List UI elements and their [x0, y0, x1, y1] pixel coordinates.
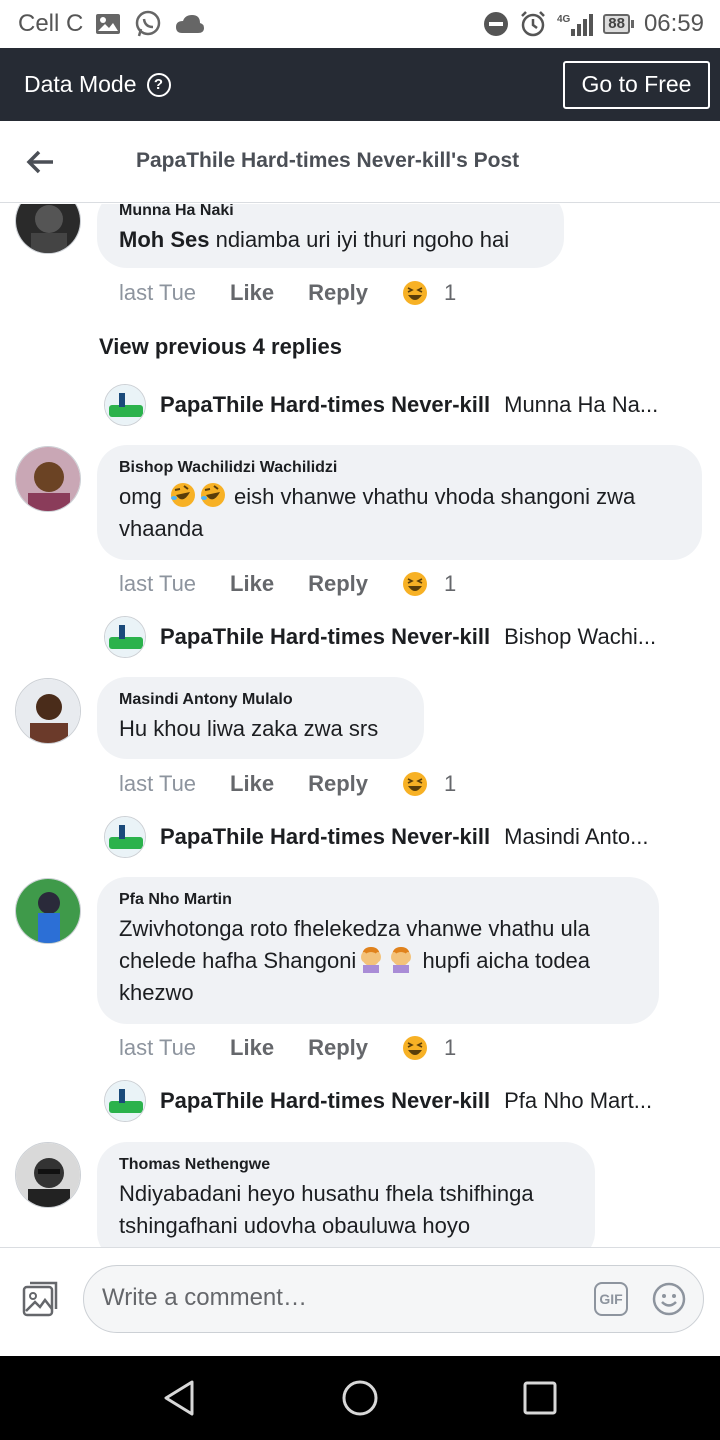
- comment-author[interactable]: Pfa Nho Martin: [119, 891, 637, 909]
- reply-author: PapaThile Hard-times Never-kill: [160, 1088, 491, 1113]
- comment-actions: last Tue Like Reply 1: [119, 571, 456, 597]
- system-nav-bar: [0, 1356, 720, 1440]
- reply-button[interactable]: Reply: [308, 1035, 368, 1061]
- comment-time[interactable]: last Tue: [119, 771, 196, 797]
- comment-text: omg eish vhanwe vhathu vhoda shangoni zw…: [119, 481, 680, 545]
- avatar[interactable]: [15, 204, 81, 254]
- comment-composer: Write a comment… GIF: [0, 1247, 720, 1356]
- comment-time[interactable]: last Tue: [119, 571, 196, 597]
- photo-icon[interactable]: [22, 1281, 58, 1317]
- nav-back-icon[interactable]: [160, 1378, 200, 1418]
- dnd-icon: [483, 11, 509, 37]
- comment-feed[interactable]: Munna Ha Naki Moh Ses ndiamba uri iyi th…: [0, 204, 720, 1247]
- reply-preview[interactable]: PapaThile Hard-times Never-kill Munna Ha…: [104, 384, 694, 426]
- battery-icon: 88: [603, 14, 634, 34]
- whatsapp-icon: [133, 9, 163, 39]
- reply-author: PapaThile Hard-times Never-kill: [160, 392, 491, 417]
- status-bar: Cell C 4G 88 06:59: [0, 0, 720, 48]
- view-previous-replies-link[interactable]: View previous 4 replies: [99, 334, 342, 360]
- rofl-emoji-icon: [169, 481, 197, 509]
- haha-reaction-icon[interactable]: [402, 1035, 428, 1061]
- data-mode-bar: Data Mode ? Go to Free: [0, 48, 720, 121]
- comment-actions: last Tue Like Reply 1: [119, 771, 456, 797]
- comment-author[interactable]: Munna Ha Naki: [119, 204, 542, 220]
- clock: 06:59: [643, 10, 704, 37]
- reply-author: PapaThile Hard-times Never-kill: [160, 624, 491, 649]
- reply-avatar: [104, 816, 146, 858]
- comment-input[interactable]: Write a comment… GIF: [83, 1265, 704, 1333]
- avatar[interactable]: [15, 678, 81, 744]
- comment-text: Hu khou liwa zaka zwa srs: [119, 716, 379, 741]
- nav-recents-icon[interactable]: [520, 1378, 560, 1418]
- comment-bubble[interactable]: Munna Ha Naki Moh Ses ndiamba uri iyi th…: [97, 204, 564, 268]
- cloud-icon: [175, 13, 205, 35]
- gif-button[interactable]: GIF: [594, 1282, 628, 1316]
- reaction-count[interactable]: 1: [444, 1035, 456, 1061]
- reply-avatar: [104, 1080, 146, 1122]
- comment-time[interactable]: last Tue: [119, 280, 196, 306]
- carrier-label: Cell C: [18, 10, 84, 37]
- like-button[interactable]: Like: [230, 571, 274, 597]
- reply-text: Masindi Anto...: [504, 824, 649, 849]
- like-button[interactable]: Like: [230, 280, 274, 306]
- reply-text: Munna Ha Na...: [504, 392, 659, 417]
- battery-level: 88: [603, 14, 630, 34]
- reply-button[interactable]: Reply: [308, 771, 368, 797]
- reply-button[interactable]: Reply: [308, 571, 368, 597]
- comment-author[interactable]: Thomas Nethengwe: [119, 1156, 573, 1174]
- haha-reaction-icon[interactable]: [402, 771, 428, 797]
- signal-icon: 4G: [557, 11, 594, 37]
- avatar[interactable]: [15, 878, 81, 944]
- back-arrow-icon[interactable]: [26, 147, 56, 177]
- reply-text: Bishop Wachi...: [504, 624, 657, 649]
- help-icon[interactable]: ?: [146, 72, 171, 97]
- comment-author[interactable]: Masindi Antony Mulalo: [119, 691, 402, 709]
- post-header: PapaThile Hard-times Never-kill's Post: [0, 121, 720, 203]
- reply-button[interactable]: Reply: [308, 280, 368, 306]
- like-button[interactable]: Like: [230, 1035, 274, 1061]
- comment-actions: last Tue Like Reply 1: [119, 1035, 456, 1061]
- reaction-count[interactable]: 1: [444, 280, 456, 306]
- reply-text: Pfa Nho Mart...: [504, 1088, 653, 1113]
- nav-home-icon[interactable]: [340, 1378, 380, 1418]
- comment-time[interactable]: last Tue: [119, 1035, 196, 1061]
- haha-reaction-icon[interactable]: [402, 280, 428, 306]
- page-title: PapaThile Hard-times Never-kill's Post: [136, 149, 520, 172]
- facepalm-woman-emoji-icon: [387, 945, 415, 973]
- comment-actions: last Tue Like Reply 1: [119, 280, 456, 306]
- reaction-count[interactable]: 1: [444, 771, 456, 797]
- rofl-emoji-icon: [199, 481, 227, 509]
- haha-reaction-icon[interactable]: [402, 571, 428, 597]
- comment-bubble[interactable]: Masindi Antony Mulalo Hu khou liwa zaka …: [97, 677, 424, 759]
- comment-bubble[interactable]: Bishop Wachilidzi Wachilidzi omg eish vh…: [97, 445, 702, 560]
- reply-preview[interactable]: PapaThile Hard-times Never-kill Bishop W…: [104, 616, 694, 658]
- like-button[interactable]: Like: [230, 771, 274, 797]
- comment-text: Ndiyabadani heyo husathu fhela tshifhing…: [119, 1181, 534, 1238]
- avatar[interactable]: [15, 446, 81, 512]
- comment-text: Zwivhotonga roto fhelekedza vhanwe vhath…: [119, 916, 591, 1005]
- svg-text:4G: 4G: [557, 14, 571, 25]
- app-screen: Cell C 4G 88 06:59 Data Mode ? Go to Fre…: [0, 0, 720, 1440]
- comment-text: Moh Ses ndiamba uri iyi thuri ngoho hai: [119, 227, 510, 252]
- reply-avatar: [104, 616, 146, 658]
- reply-avatar: [104, 384, 146, 426]
- reply-preview[interactable]: PapaThile Hard-times Never-kill Pfa Nho …: [104, 1080, 694, 1122]
- reaction-count[interactable]: 1: [444, 571, 456, 597]
- emoji-icon[interactable]: [652, 1282, 686, 1316]
- reply-preview[interactable]: PapaThile Hard-times Never-kill Masindi …: [104, 816, 694, 858]
- comment-author[interactable]: Bishop Wachilidzi Wachilidzi: [119, 459, 680, 477]
- reply-author: PapaThile Hard-times Never-kill: [160, 824, 491, 849]
- image-icon: [95, 12, 121, 36]
- facepalm-woman-emoji-icon: [357, 945, 385, 973]
- comment-bubble[interactable]: Pfa Nho Martin Zwivhotonga roto fheleked…: [97, 877, 659, 1024]
- alarm-icon: [519, 10, 547, 38]
- comment-input-placeholder: Write a comment…: [102, 1284, 307, 1311]
- mention-link[interactable]: Moh Ses: [119, 227, 209, 252]
- data-mode-title: Data Mode: [24, 71, 137, 97]
- avatar[interactable]: [15, 1142, 81, 1208]
- go-to-free-button[interactable]: Go to Free: [563, 60, 710, 109]
- comment-bubble[interactable]: Thomas Nethengwe Ndiyabadani heyo husath…: [97, 1142, 595, 1247]
